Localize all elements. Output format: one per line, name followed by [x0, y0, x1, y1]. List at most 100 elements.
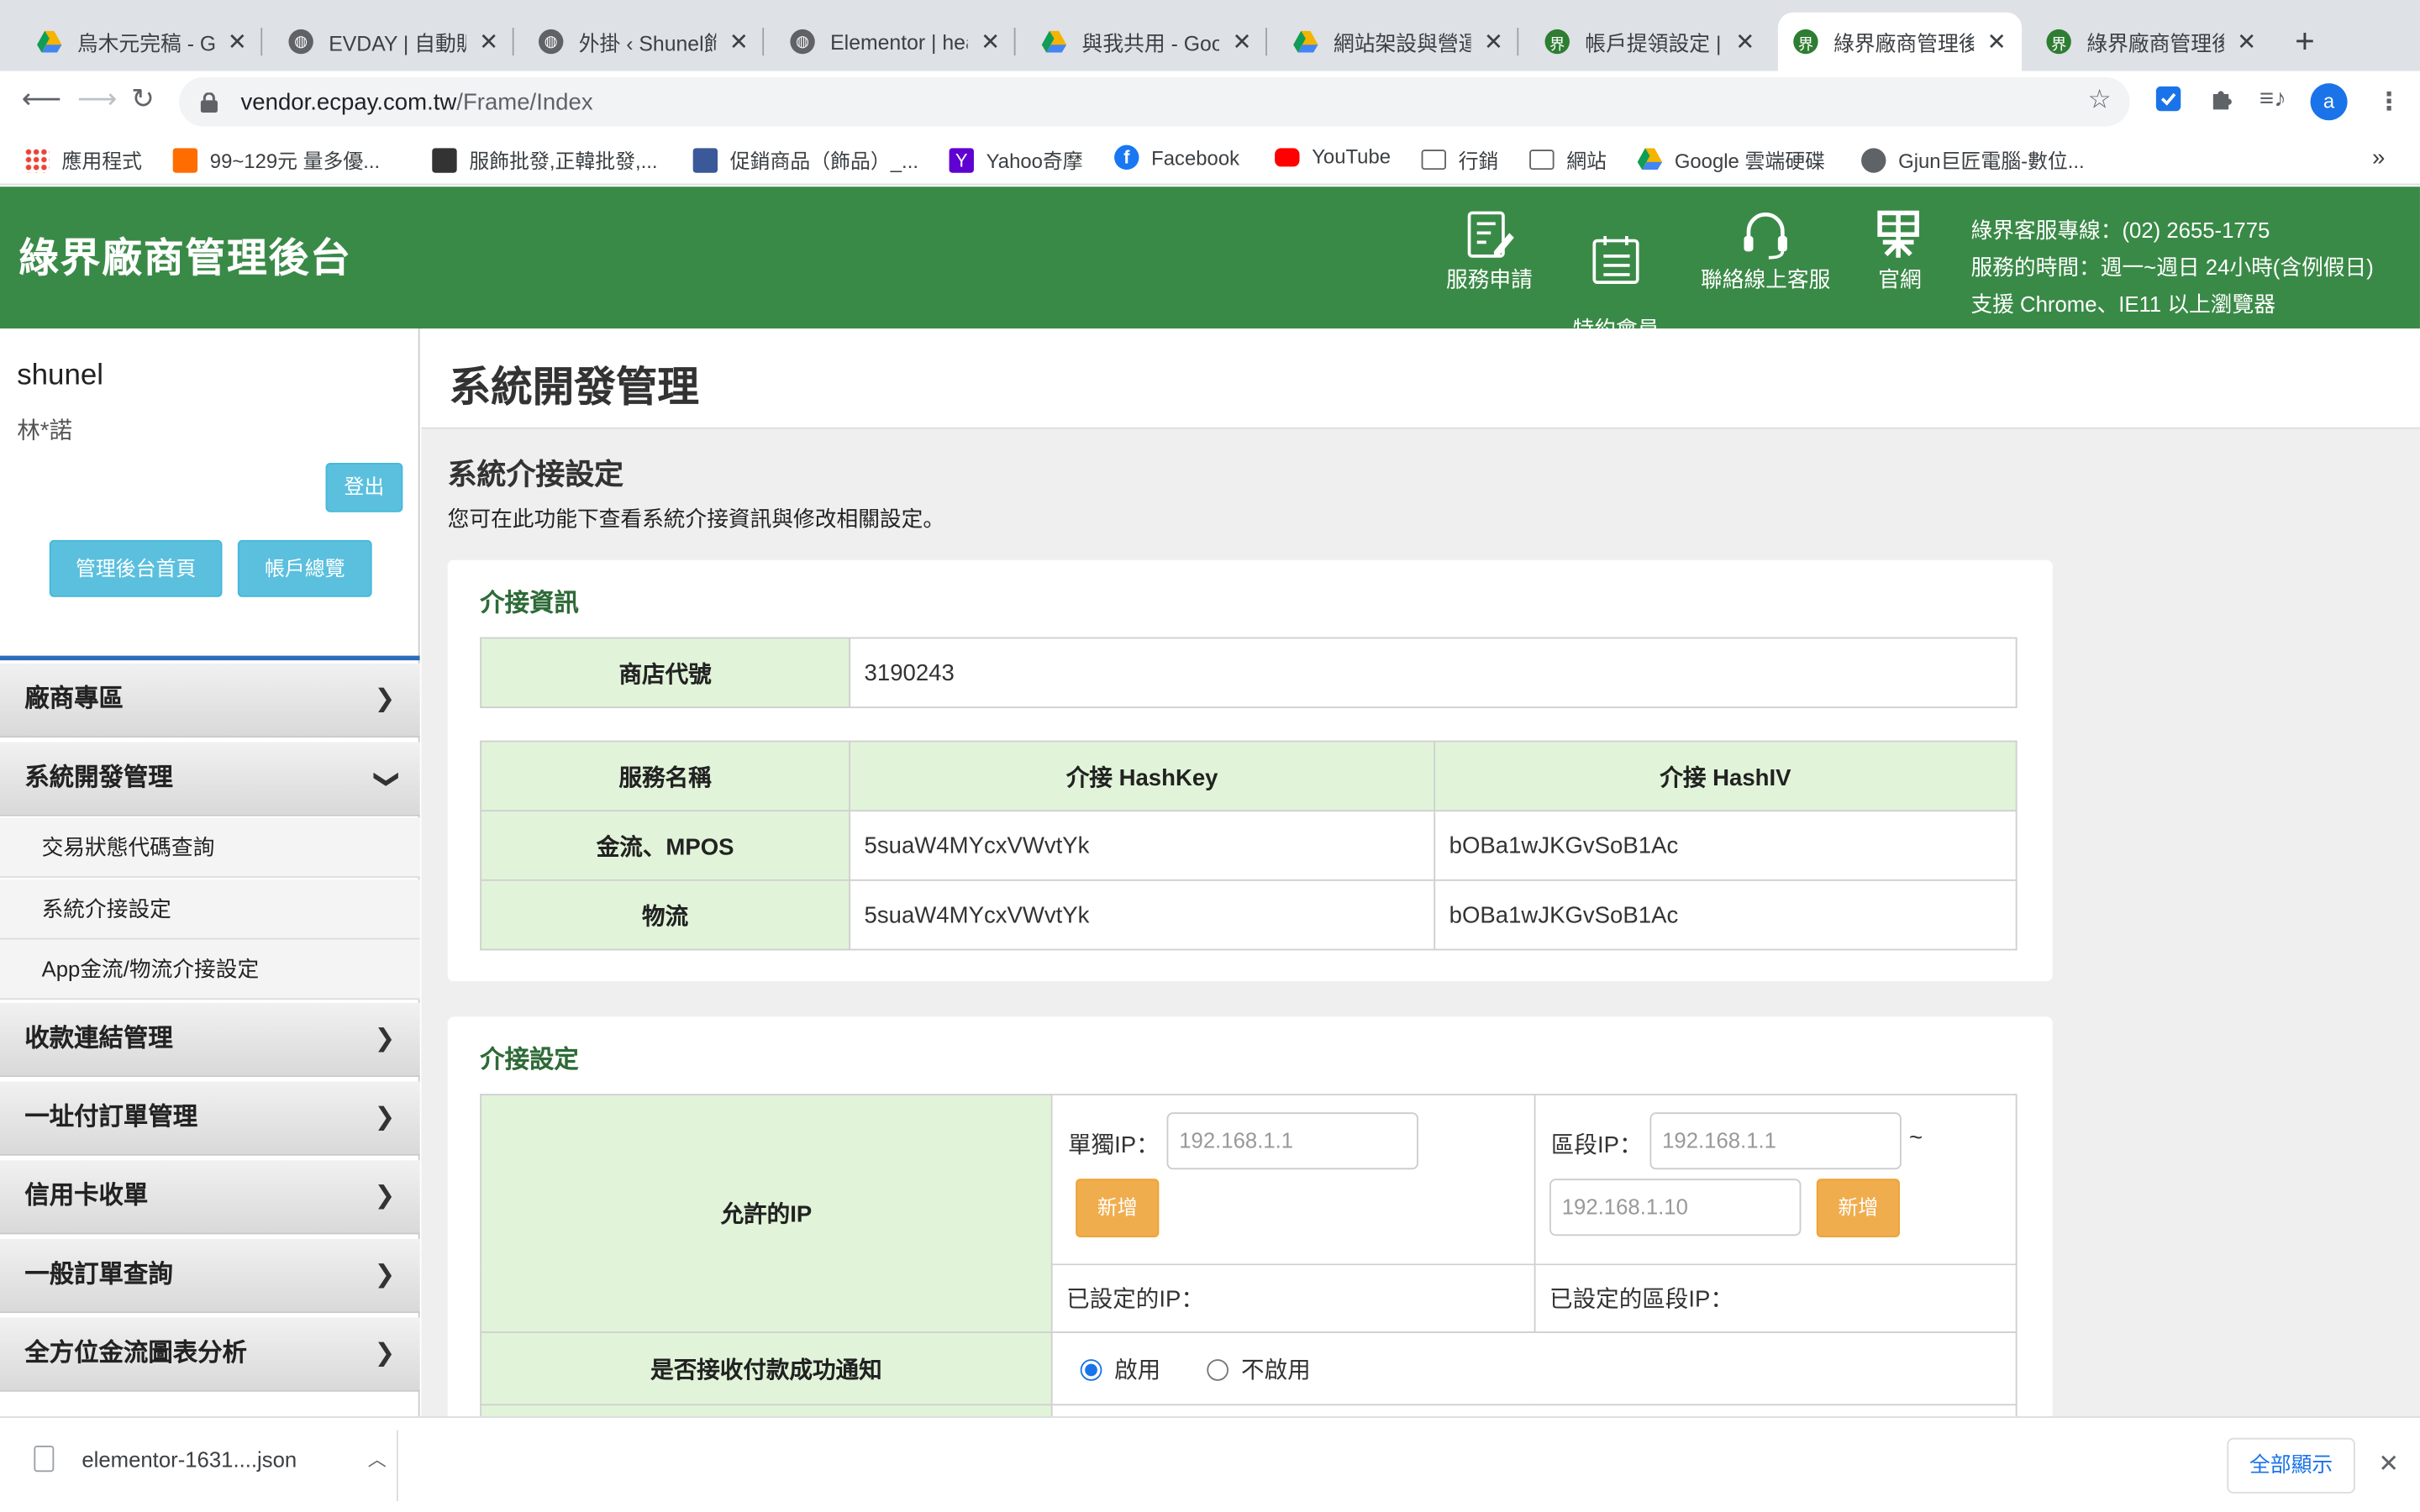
- browser-tab[interactable]: ◍ Elementor | hea ✕: [775, 13, 1016, 71]
- bookmark-item[interactable]: 促銷商品（飾品）_...: [692, 145, 918, 175]
- show-all-downloads-button[interactable]: 全部顯示: [2227, 1437, 2355, 1494]
- download-item[interactable]: elementor-1631....json ︿: [34, 1445, 387, 1473]
- new-tab-button[interactable]: +: [2295, 22, 2315, 62]
- bookmark-item[interactable]: Google 雲端硬碟: [1637, 145, 1825, 175]
- google-drive-icon: [37, 29, 62, 54]
- bookmark-apps[interactable]: 應用程式: [24, 145, 142, 175]
- extension-tag-icon[interactable]: [2154, 85, 2182, 120]
- browser-tab[interactable]: 界綠界廠商管理後 ✕: [2031, 13, 2272, 71]
- hash-table: 服務名稱 介接 HashKey 介接 HashIV 金流、MPOS 5suaW4…: [480, 740, 2018, 951]
- close-tab-icon[interactable]: ✕: [981, 28, 1000, 55]
- notify-enable-radio[interactable]: 啟用: [1080, 1357, 1160, 1383]
- online-support-link[interactable]: 聯絡線上客服: [1701, 208, 1830, 291]
- range-ip-label: 區段IP：: [1550, 1132, 1643, 1159]
- menu-one-page-orders[interactable]: 一址付訂單管理 ❯: [0, 1081, 420, 1156]
- browser-tab[interactable]: 與我共用 - Goo ✕: [1026, 13, 1267, 71]
- back-arrow-icon[interactable]: ⟵: [22, 83, 61, 116]
- media-queue-icon[interactable]: ≡♪: [2260, 87, 2286, 114]
- address-bar[interactable]: vendor.ecpay.com.tw/Frame/Index ☆: [179, 76, 2130, 127]
- folder-icon: [1421, 150, 1446, 171]
- merchant-id-label: 商店代號: [480, 637, 851, 709]
- bookmark-folder[interactable]: 行銷: [1421, 145, 1498, 175]
- file-icon: [34, 1445, 55, 1473]
- chevron-right-icon: ❯: [374, 686, 396, 713]
- sidebar: shunel 林*諾 登出 管理後台首頁 帳戶總覽 廠商專區 ❯ 系統開發管理 ❯ …: [0, 328, 420, 1417]
- browser-tab[interactable]: ◍ 外掛 ‹ Shunel飾 ✕: [523, 13, 765, 71]
- official-site-link[interactable]: 官網: [1874, 208, 1926, 291]
- profile-avatar[interactable]: a: [2310, 83, 2348, 121]
- browser-toolbar: ⟵ ⟶ ↻ vendor.ecpay.com.tw/Frame/Index ☆ …: [0, 71, 2420, 133]
- submenu-app-integration[interactable]: App金流/物流介接設定: [0, 939, 420, 1000]
- bookmark-item[interactable]: f Facebook: [1114, 144, 1239, 171]
- menu-order-query[interactable]: 一般訂單查詢 ❯: [0, 1238, 420, 1314]
- yahoo-icon: Y: [949, 147, 974, 172]
- hashkey-value: 5suaW4MYcxVWvtYk: [849, 879, 1436, 951]
- menu-analytics[interactable]: 全方位金流圖表分析 ❯: [0, 1317, 420, 1392]
- merchant-id-value: 3190243: [849, 637, 2018, 709]
- bookmark-folder[interactable]: 網站: [1529, 145, 1607, 175]
- add-single-ip-button[interactable]: 新增: [1076, 1179, 1160, 1238]
- chevron-up-icon[interactable]: ︿: [368, 1446, 387, 1472]
- close-tab-icon[interactable]: ✕: [228, 28, 247, 55]
- submenu-transaction-status-codes[interactable]: 交易狀態代碼查詢: [0, 817, 420, 879]
- lock-icon: [200, 92, 219, 113]
- bookmark-item[interactable]: Gjun巨匠電腦-數位...: [1861, 145, 2085, 175]
- table-row: 物流 5suaW4MYcxVWvtYk bOBa1wJKGvSoB1Ac: [480, 879, 2018, 951]
- submenu-system-integration[interactable]: 系統介接設定: [0, 879, 420, 940]
- close-tab-icon[interactable]: ✕: [1232, 28, 1251, 55]
- menu-system-dev[interactable]: 系統開發管理 ❯: [0, 742, 420, 816]
- close-tab-icon[interactable]: ✕: [1484, 28, 1503, 55]
- masked-name: 林*諾: [17, 417, 73, 444]
- panel-title: 介接設定: [480, 1047, 579, 1074]
- site-brand[interactable]: 綠界廠商管理後台: [18, 227, 352, 284]
- range-start-input[interactable]: 192.168.1.1: [1649, 1112, 1902, 1170]
- menu-credit-card[interactable]: 信用卡收單 ❯: [0, 1160, 420, 1235]
- close-tab-icon[interactable]: ✕: [729, 28, 749, 55]
- more-menu-icon[interactable]: ⋮: [2377, 87, 2402, 118]
- bookmark-star-icon[interactable]: ☆: [2088, 85, 2112, 116]
- single-ip-input[interactable]: 192.168.1.1: [1166, 1112, 1418, 1170]
- browser-tab[interactable]: 網站架設與營運 ✕: [1278, 13, 1519, 71]
- forward-arrow-icon[interactable]: ⟶: [77, 83, 117, 116]
- bookmarks-bar: 應用程式 99~129元 量多優... 服飾批發,正韓批發,... 促銷商品（飾…: [0, 132, 2420, 186]
- browser-tab[interactable]: ◍ EVDAY | 自動販 ✕: [273, 13, 514, 71]
- account-overview-button[interactable]: 帳戶總覽: [237, 539, 372, 597]
- integration-settings-panel: 介接設定 允許的IP 已設定的IP： 已設定的區段IP： 是否接收付款成功通知 …: [447, 1016, 2053, 1417]
- bookmark-item[interactable]: YouTube: [1275, 145, 1391, 168]
- section-description: 您可在此功能下查看系統介接資訊與修改相關設定。: [447, 506, 945, 531]
- service-apply-link[interactable]: 服務申請: [1446, 208, 1533, 291]
- bookmark-item[interactable]: 服飾批發,正韓批發,...: [432, 145, 658, 175]
- close-tab-icon[interactable]: ✕: [1987, 28, 2007, 55]
- close-tab-icon[interactable]: ✕: [1735, 28, 1754, 55]
- bookmark-item[interactable]: 99~129元 量多優...: [172, 145, 380, 175]
- download-shelf: elementor-1631....json ︿ 全部顯示 ✕: [0, 1416, 2420, 1512]
- range-end-input[interactable]: 192.168.1.10: [1549, 1179, 1802, 1236]
- chevron-right-icon: ❯: [374, 1262, 396, 1289]
- configured-ip-label: 已設定的IP：: [1050, 1263, 1536, 1333]
- close-tab-icon[interactable]: ✕: [2237, 28, 2256, 55]
- chevron-down-icon: ❯: [372, 769, 399, 790]
- reload-icon[interactable]: ↻: [131, 83, 155, 116]
- browser-tab-active[interactable]: 界綠界廠商管理後 ✕: [1777, 12, 2023, 71]
- chevron-right-icon: ❯: [374, 1183, 396, 1210]
- bookmarks-overflow-button[interactable]: »: [2372, 145, 2385, 171]
- add-range-ip-button[interactable]: 新增: [1816, 1179, 1900, 1238]
- admin-home-button[interactable]: 管理後台首頁: [49, 539, 223, 597]
- globe-icon: [1861, 147, 1886, 172]
- payment-notify-label: 是否接收付款成功通知: [480, 1331, 1053, 1406]
- notify-disable-radio[interactable]: 不啟用: [1207, 1357, 1311, 1383]
- browser-tab[interactable]: 烏木元完稿 - Go ✕: [22, 13, 263, 71]
- menu-payment-links[interactable]: 收款連結管理 ❯: [0, 1002, 420, 1078]
- logout-button[interactable]: 登出: [325, 463, 403, 512]
- section-title: 系統介接設定: [447, 459, 624, 492]
- close-shelf-icon[interactable]: ✕: [2378, 1449, 2399, 1480]
- extensions-puzzle-icon[interactable]: [2208, 87, 2234, 120]
- checklist-icon: [1592, 236, 1639, 284]
- bookmark-item[interactable]: Y Yahoo奇摩: [949, 145, 1083, 175]
- google-drive-icon: [1041, 29, 1067, 54]
- close-tab-icon[interactable]: ✕: [479, 28, 498, 55]
- google-drive-icon: [1637, 147, 1663, 171]
- browser-tab[interactable]: 界帳戶提領設定 | ✕: [1529, 13, 1770, 71]
- menu-vendor-area[interactable]: 廠商專區 ❯: [0, 663, 420, 738]
- chevron-right-icon: ❯: [374, 1341, 396, 1368]
